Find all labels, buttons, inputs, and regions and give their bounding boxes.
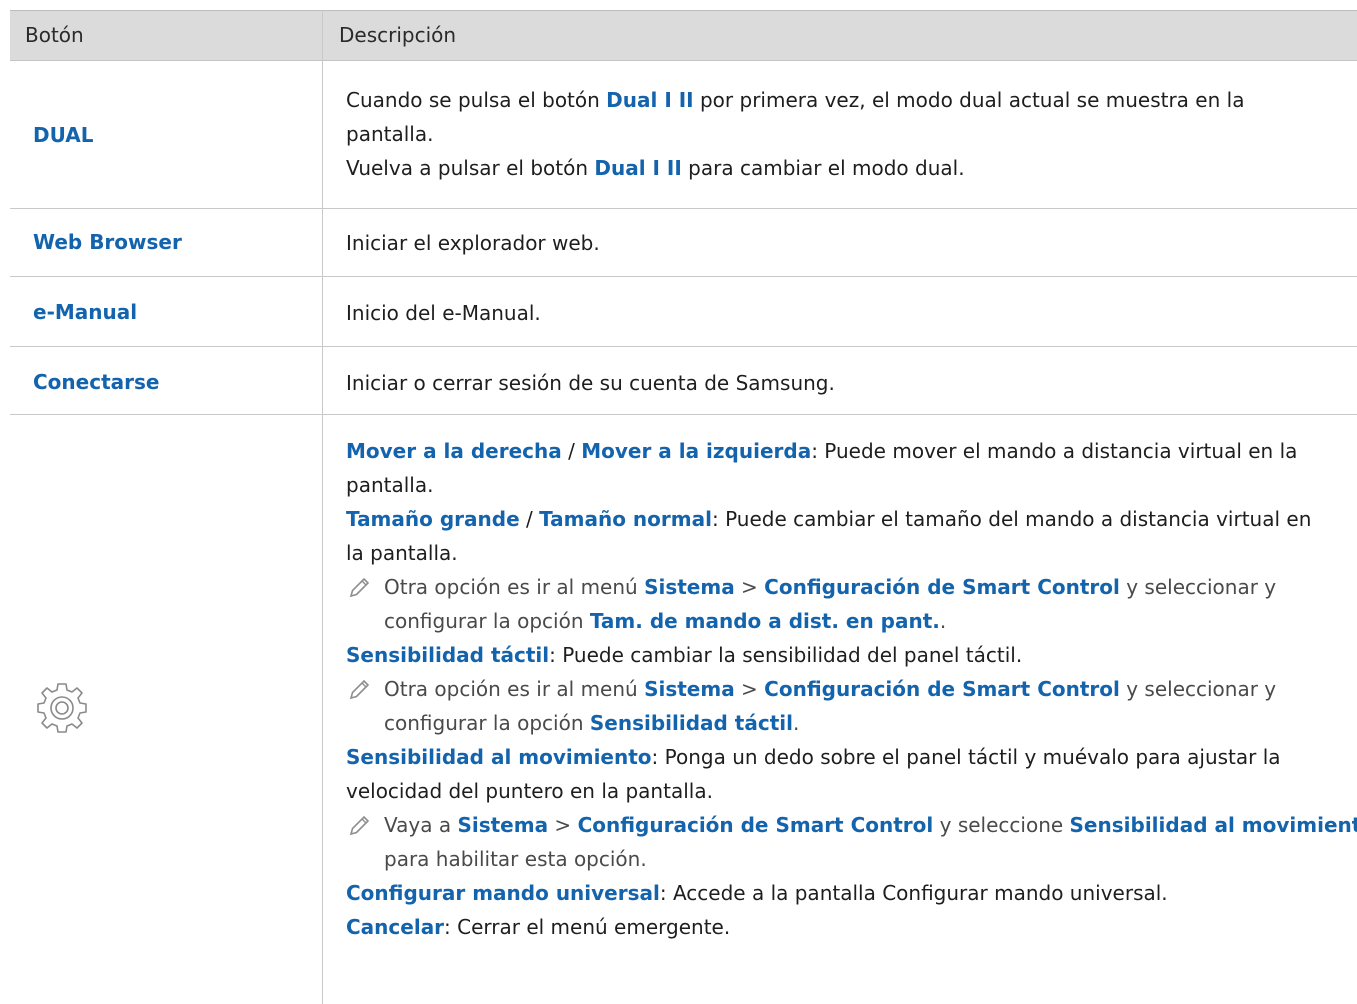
table-header: Botón Descripción <box>10 10 1357 61</box>
pencil-icon <box>349 679 370 699</box>
row-divider <box>10 346 1357 347</box>
dual-label: DUAL <box>33 123 94 147</box>
pencil-icon <box>349 815 370 835</box>
row-divider <box>10 208 1357 209</box>
settings-description: Mover a la derecha / Mover a la izquierd… <box>346 439 1357 939</box>
e-manual-description: Inicio del e-Manual. <box>346 301 541 325</box>
pencil-icon <box>349 577 370 597</box>
note-2: Otra opción es ir al menú Sistema > Conf… <box>346 672 1341 706</box>
button-description-table: Botón Descripción DUAL Cuando se pulsa e… <box>10 10 1357 1004</box>
header-description-column: Descripción <box>339 23 457 47</box>
conectarse-description: Iniciar o cerrar sesión de su cuenta de … <box>346 371 835 395</box>
web-browser-label: Web Browser <box>33 230 182 254</box>
dual-i-ii-keyword: Dual I II <box>606 88 694 112</box>
web-browser-description: Iniciar el explorador web. <box>346 231 600 255</box>
note-1: Otra opción es ir al menú Sistema > Conf… <box>346 570 1341 604</box>
note-3: Vaya a Sistema > Configuración de Smart … <box>346 808 1357 842</box>
row-divider <box>10 414 1357 415</box>
e-manual-label: e-Manual <box>33 300 138 324</box>
conectarse-label: Conectarse <box>33 370 160 394</box>
header-button-column: Botón <box>25 23 84 47</box>
column-divider <box>322 10 323 1004</box>
dual-i-ii-keyword: Dual I II <box>594 156 682 180</box>
gear-icon <box>37 683 87 733</box>
dual-description: Cuando se pulsa el botón Dual I II por p… <box>346 88 1245 180</box>
row-divider <box>10 276 1357 277</box>
